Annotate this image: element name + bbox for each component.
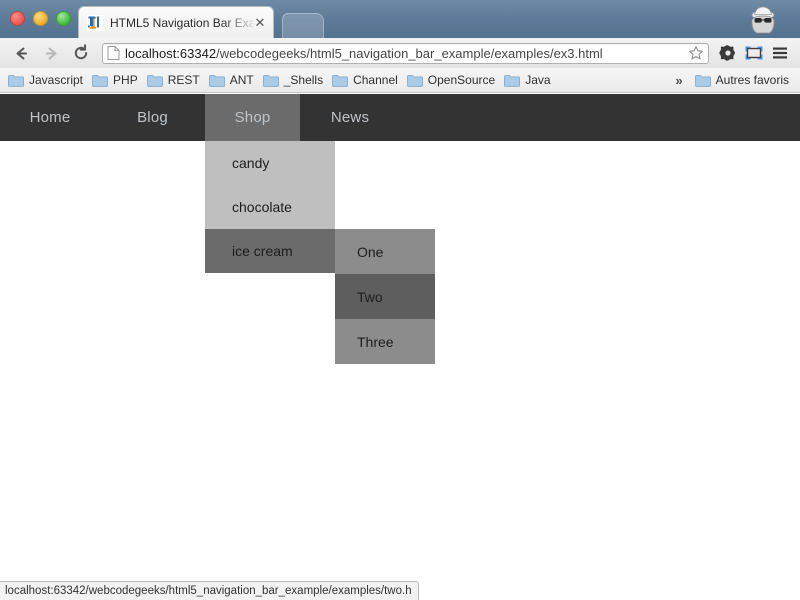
bookmark-item[interactable]: ANT [207, 70, 261, 90]
address-bar[interactable]: localhost:63342/webcodegeeks/html5_navig… [102, 42, 709, 64]
page-content: Home Blog Shop candy chocolate ice cream… [0, 94, 800, 600]
nav-item-news[interactable]: News [300, 94, 400, 141]
bookmark-label: PHP [113, 73, 138, 87]
minimize-window-button[interactable] [33, 11, 48, 26]
bookmark-label: REST [167, 73, 200, 87]
back-button[interactable] [8, 40, 34, 66]
tab-strip: HTML5 Navigation Bar Exa ✕ [0, 0, 800, 39]
submenu-link-candy[interactable]: candy [232, 155, 269, 171]
submenu-item-three[interactable]: Three [335, 319, 435, 364]
gear-icon[interactable] [715, 40, 741, 66]
browser-tab[interactable]: HTML5 Navigation Bar Exa ✕ [78, 6, 274, 38]
folder-icon [504, 74, 521, 87]
folder-icon [146, 74, 163, 87]
submenu-item-two[interactable]: Two [335, 274, 435, 319]
submenu-link-ice-cream[interactable]: ice cream [232, 243, 293, 259]
nav-link-shop[interactable]: Shop [235, 109, 271, 126]
nav-item-blog[interactable]: Blog [100, 94, 205, 141]
bookmark-label: Channel [353, 73, 398, 87]
folder-icon [332, 74, 348, 87]
close-icon[interactable]: ✕ [253, 16, 267, 30]
nav-list: Home Blog Shop candy chocolate ice cream… [0, 94, 800, 364]
bookmark-other-label: Autres favoris [715, 73, 789, 87]
bookmark-label: _Shells [283, 73, 324, 87]
folder-icon [92, 74, 108, 87]
submenu-item-chocolate[interactable]: chocolate [205, 185, 335, 229]
tab-title: HTML5 Navigation Bar Exa [110, 15, 253, 30]
window-controls [10, 11, 71, 26]
close-window-button[interactable] [10, 11, 25, 26]
bookmarks-overflow-button[interactable]: » [665, 73, 692, 88]
bookmark-other-folder[interactable]: Autres favoris [693, 70, 796, 90]
bookmark-item[interactable]: OpenSource [405, 70, 502, 90]
new-tab-button[interactable] [282, 13, 324, 38]
submenu-link-chocolate[interactable]: chocolate [232, 199, 292, 215]
submenu-link-one[interactable]: One [357, 244, 383, 260]
folder-icon [694, 74, 711, 87]
folder-icon [208, 74, 225, 87]
bookmark-label: OpenSource [427, 73, 496, 87]
nav-item-shop[interactable]: Shop candy chocolate ice cream One Two T… [205, 94, 435, 364]
bookmark-label: Java [525, 73, 551, 87]
url-host: localhost:63342 [125, 45, 217, 61]
browser-toolbar: localhost:63342/webcodegeeks/html5_navig… [0, 38, 800, 69]
bookmark-item[interactable]: REST [145, 70, 207, 90]
status-bubble: localhost:63342/webcodegeeks/html5_navig… [0, 581, 419, 600]
forward-button[interactable] [38, 40, 64, 66]
folder-icon [262, 74, 279, 87]
site-navigation-bar: Home Blog Shop candy chocolate ice cream… [0, 94, 800, 364]
submenu-link-two[interactable]: Two [357, 289, 383, 305]
nav-link-blog[interactable]: Blog [137, 109, 168, 126]
bookmark-label: ANT [229, 73, 254, 87]
reload-button[interactable] [68, 40, 94, 66]
submenu-item-candy[interactable]: candy [205, 141, 335, 185]
bookmark-item[interactable]: Java [502, 70, 557, 90]
folder-icon [406, 74, 423, 87]
browser-window: HTML5 Navigation Bar Exa ✕ localhost:633… [0, 0, 800, 600]
nav-link-news[interactable]: News [331, 109, 369, 126]
submenu-link-three[interactable]: Three [357, 334, 394, 350]
bookmark-star-icon[interactable] [688, 45, 704, 61]
cast-icon[interactable] [741, 40, 767, 66]
incognito-icon[interactable] [742, 4, 784, 36]
shop-dropdown-menu: candy chocolate ice cream One Two Three [205, 141, 435, 364]
bookmark-item[interactable]: Javascript [6, 70, 90, 90]
url-text: localhost:63342/webcodegeeks/html5_navig… [125, 46, 684, 61]
submenu-item-ice-cream[interactable]: ice cream One Two Three [205, 229, 435, 364]
bookmarks-right-group: » Autres favoris [665, 70, 800, 90]
bookmark-item[interactable]: Channel [330, 70, 405, 90]
bookmark-label: Javascript [29, 73, 84, 87]
nav-item-home[interactable]: Home [0, 94, 100, 141]
browser-menu-icon[interactable] [767, 40, 793, 66]
bookmark-item[interactable]: PHP [90, 70, 145, 90]
url-path: /webcodegeeks/html5_navigation_bar_examp… [216, 45, 603, 61]
nav-link-home[interactable]: Home [30, 109, 71, 126]
page-document-icon [107, 46, 120, 60]
submenu-item-one[interactable]: One [335, 229, 435, 274]
maximize-window-button[interactable] [56, 11, 71, 26]
bookmark-item[interactable]: _Shells [261, 70, 330, 90]
bookmarks-bar: Javascript PHP REST ANT _Shells Channel … [0, 68, 800, 93]
intellij-idea-favicon [87, 14, 103, 31]
ice-cream-submenu: One Two Three [335, 229, 435, 364]
folder-icon [8, 74, 24, 87]
